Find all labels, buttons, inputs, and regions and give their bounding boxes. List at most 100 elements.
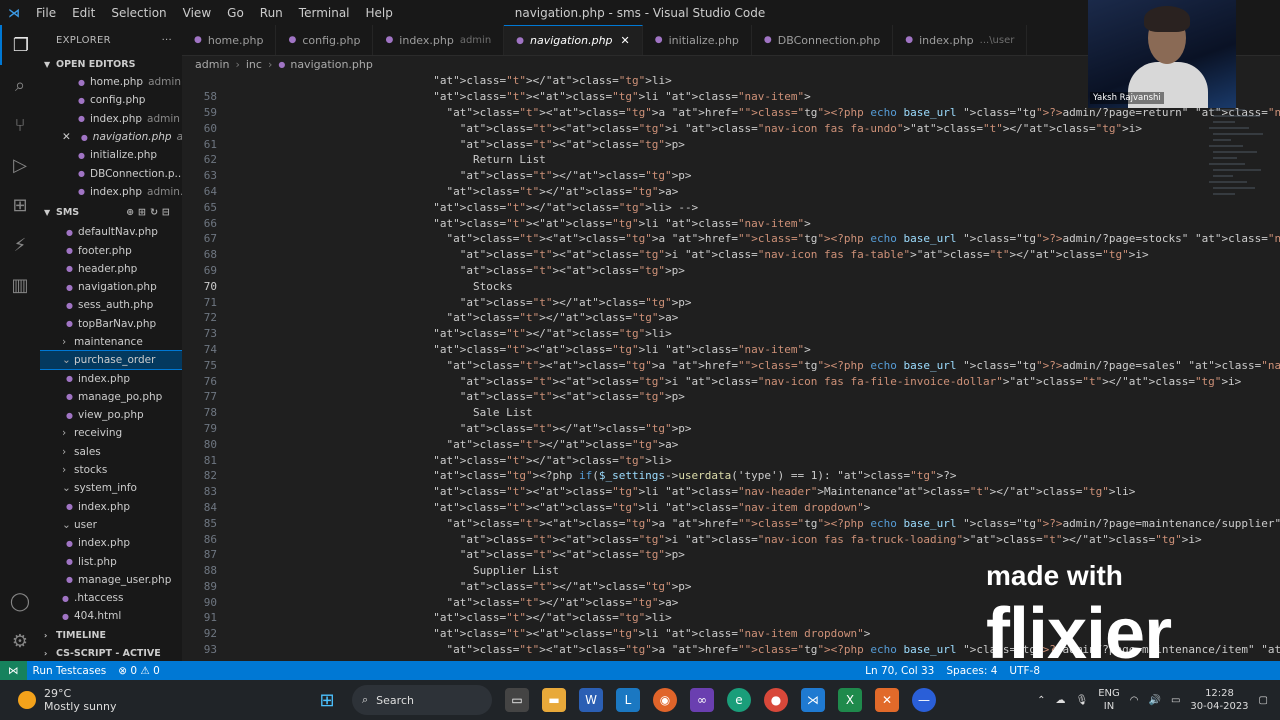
mic-icon[interactable]: 🎙 — [1076, 695, 1089, 706]
tree-folder[interactable]: › maintenance — [40, 333, 182, 351]
app-l-icon[interactable]: L — [616, 688, 640, 712]
tab-config-php[interactable]: ● config.php — [276, 25, 374, 55]
breadcrumb-item[interactable]: admin — [195, 58, 229, 71]
run-testcases[interactable]: Run Testcases — [33, 665, 107, 677]
clock[interactable]: 12:28 30-04-2023 — [1190, 687, 1248, 713]
php-file-icon: ● — [62, 611, 69, 621]
menu-item-help[interactable]: Help — [358, 6, 401, 20]
tree-folder[interactable]: ⌄ purchase_order — [40, 350, 182, 371]
tree-folder[interactable]: › sales — [40, 443, 182, 461]
weather-widget[interactable]: 29°C Mostly sunny — [0, 687, 260, 713]
firefox-icon[interactable]: ◉ — [653, 688, 677, 712]
breadcrumb-item[interactable]: navigation.php — [290, 58, 373, 71]
tree-file[interactable]: ● footer.php — [40, 241, 182, 259]
battery-icon[interactable]: ▭ — [1171, 695, 1180, 706]
run-debug-icon[interactable]: ▷ — [0, 145, 40, 185]
tree-item-name: sales — [74, 445, 101, 458]
app-blue-icon[interactable]: — — [912, 688, 936, 712]
tree-file[interactable]: ● sess_auth.php — [40, 296, 182, 314]
tab-initialize-php[interactable]: ● initialize.php — [643, 25, 752, 55]
tree-file[interactable]: ● index.php — [40, 369, 182, 387]
code-line: 66 "at">class="t"><"at">class="tg">li "a… — [182, 215, 1280, 231]
chart-icon[interactable]: ▥ — [0, 265, 40, 305]
remote-icon[interactable]: ⚡ — [0, 225, 40, 265]
menu-item-selection[interactable]: Selection — [103, 6, 174, 20]
open-editor-item[interactable]: ● index.php admin... — [40, 183, 182, 201]
tree-folder[interactable]: ⌄ user — [40, 516, 182, 534]
menu-item-view[interactable]: View — [175, 6, 219, 20]
taskbar-search[interactable]: ⌕ Search — [352, 685, 492, 715]
search-icon[interactable]: ⌕ — [0, 65, 40, 105]
source-control-icon[interactable]: ⑂ — [0, 105, 40, 145]
vscode-taskbar-icon[interactable]: ⋊ — [801, 688, 825, 712]
tree-file[interactable]: ● defaultNav.php — [40, 223, 182, 241]
close-icon[interactable]: ✕ — [621, 34, 630, 47]
tree-file[interactable]: ● .htaccess — [40, 589, 182, 607]
account-icon[interactable]: ◯ — [0, 581, 40, 621]
tab-index-php[interactable]: ● index.php ...\user — [893, 25, 1028, 55]
open-editors-header[interactable]: ▼ OPEN EDITORS — [40, 55, 182, 73]
menu-item-run[interactable]: Run — [252, 6, 291, 20]
start-icon[interactable]: ⊞ — [315, 688, 339, 712]
extensions-icon[interactable]: ⊞ — [0, 185, 40, 225]
taskview-icon[interactable]: ▭ — [505, 688, 529, 712]
word-icon[interactable]: W — [579, 688, 603, 712]
close-icon[interactable]: ✕ — [62, 131, 71, 143]
php-file-icon: ● — [385, 35, 394, 45]
tab-index-php[interactable]: ● index.php admin — [373, 25, 505, 55]
chevron-up-icon[interactable]: ⌃ — [1037, 695, 1045, 706]
breadcrumb-item[interactable]: inc — [246, 58, 262, 71]
remote-indicator[interactable]: ⋈ — [0, 661, 27, 680]
chrome-icon[interactable]: ● — [764, 688, 788, 712]
language-indicator[interactable]: ENG IN — [1098, 687, 1120, 713]
tree-folder[interactable]: ⌄ system_info — [40, 479, 182, 497]
tab-dbconnection-php[interactable]: ● DBConnection.php — [752, 25, 894, 55]
volume-icon[interactable]: 🔊 — [1149, 695, 1161, 706]
php-file-icon: ● — [278, 60, 286, 69]
xampp-icon[interactable]: ✕ — [875, 688, 899, 712]
tree-folder[interactable]: › receiving — [40, 424, 182, 442]
edge-icon[interactable]: e — [727, 688, 751, 712]
open-editor-item[interactable]: ● index.php admin — [40, 110, 182, 128]
tree-file[interactable]: ● header.php — [40, 260, 182, 278]
open-editor-item[interactable]: ● initialize.php — [40, 146, 182, 164]
tree-file[interactable]: ● manage_po.php — [40, 388, 182, 406]
explorer-icon[interactable]: ❐ — [0, 25, 40, 65]
open-editor-item[interactable]: ● config.php — [40, 91, 182, 109]
tree-file[interactable]: ● view_po.php — [40, 406, 182, 424]
visual-studio-icon[interactable]: ∞ — [690, 688, 714, 712]
tree-file[interactable]: ● 404.html — [40, 607, 182, 625]
problems-indicator[interactable]: ⊗ 0 ⚠ 0 — [118, 665, 160, 677]
notification-icon[interactable]: ▢ — [1259, 695, 1268, 706]
menu-item-go[interactable]: Go — [219, 6, 252, 20]
tree-file[interactable]: ● navigation.php — [40, 278, 182, 296]
tab-home-php[interactable]: ● home.php — [182, 25, 277, 55]
weather-text: Mostly sunny — [44, 700, 117, 713]
sms-folder-header[interactable]: ▼ SMS ⊕⊞↻⊟ — [40, 201, 182, 223]
cloud-icon[interactable]: ☁ — [1056, 695, 1066, 706]
menu-item-edit[interactable]: Edit — [64, 6, 103, 20]
excel-icon[interactable]: X — [838, 688, 862, 712]
folder-actions-icon[interactable]: ⊕⊞↻⊟ — [126, 207, 174, 218]
open-editor-item[interactable]: ● home.php admin — [40, 73, 182, 91]
tree-file[interactable]: ● index.php — [40, 534, 182, 552]
cs-script-header[interactable]: › CS-SCRIPT - ACTIVE — [40, 645, 182, 661]
wifi-icon[interactable]: ◠ — [1130, 695, 1139, 706]
cursor-position[interactable]: Ln 70, Col 33 — [865, 665, 934, 677]
tab-navigation-php[interactable]: ● navigation.php ✕ — [504, 25, 643, 55]
open-editor-item[interactable]: ● DBConnection.p... — [40, 164, 182, 182]
code-text: "at">class="t"></"at">class="tg">p> — [459, 295, 692, 309]
tree-file[interactable]: ● list.php — [40, 552, 182, 570]
tree-folder[interactable]: › stocks — [40, 461, 182, 479]
timeline-header[interactable]: › TIMELINE — [40, 627, 182, 645]
tree-file[interactable]: ● index.php — [40, 498, 182, 516]
menu-item-file[interactable]: File — [28, 6, 64, 20]
tree-file[interactable]: ● topBarNav.php — [40, 315, 182, 333]
minimap[interactable] — [1205, 100, 1265, 300]
menu-item-terminal[interactable]: Terminal — [291, 6, 358, 20]
tree-file[interactable]: ● manage_user.php — [40, 571, 182, 589]
gear-icon[interactable]: ⚙ — [0, 621, 40, 661]
open-editor-item[interactable]: ✕●navigation.phpa... — [40, 128, 182, 146]
more-icon[interactable]: ··· — [162, 35, 172, 46]
file-explorer-icon[interactable]: ▬ — [542, 688, 566, 712]
